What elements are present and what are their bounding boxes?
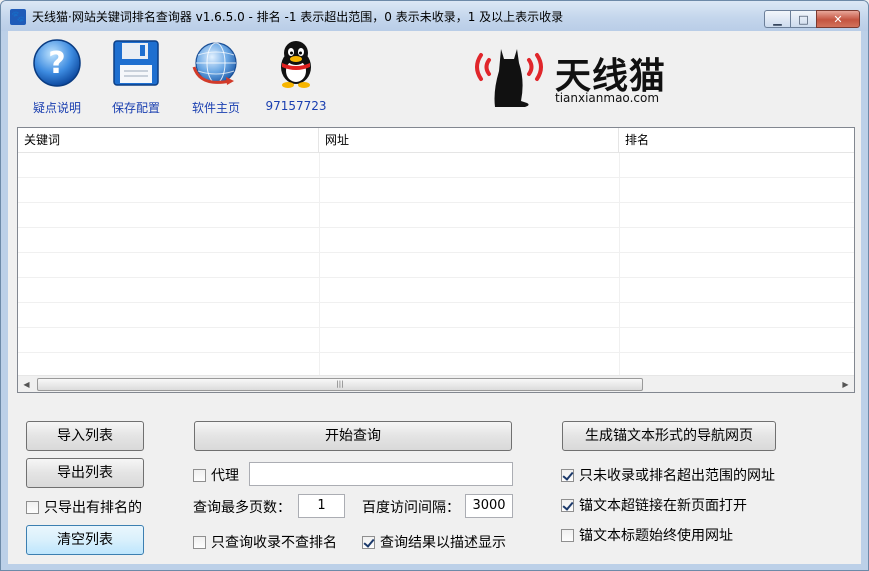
checkbox-box[interactable]: [193, 535, 206, 549]
empty-row: [18, 303, 854, 328]
empty-row: [18, 203, 854, 228]
qq-tool[interactable]: 97157723: [256, 37, 336, 113]
column-rank[interactable]: 排名: [619, 128, 854, 153]
interval-input[interactable]: 3000: [465, 494, 513, 518]
export-list-button[interactable]: 导出列表: [26, 458, 144, 488]
generate-nav-page-button[interactable]: 生成锚文本形式的导航网页: [562, 421, 776, 451]
open-new-page-checkbox[interactable]: 锚文本超链接在新页面打开: [561, 495, 747, 515]
title-use-url-label: 锚文本标题始终使用网址: [579, 528, 733, 544]
show-desc-label: 查询结果以描述显示: [380, 535, 506, 551]
empty-row: [18, 178, 854, 203]
checkbox-box[interactable]: [561, 528, 574, 542]
open-new-page-label: 锚文本超链接在新页面打开: [579, 498, 747, 514]
globe-icon: [192, 42, 237, 85]
title-bar[interactable]: 🐾 天线猫·网站关键词排名查询器 v1.6.5.0 - 排名 -1 表示超出范围…: [1, 1, 868, 31]
client-area: ? 疑点说明 保存配置 软件主页 97157723 天线猫 tianxianma…: [8, 31, 861, 564]
max-pages-input[interactable]: 1: [298, 494, 345, 518]
interval-label: 百度访问间隔：: [362, 500, 460, 516]
checkbox-box[interactable]: [561, 468, 574, 482]
list-body: [18, 153, 854, 375]
only-unindexed-urls-checkbox[interactable]: 只未收录或排名超出范围的网址: [561, 465, 775, 485]
empty-row: [18, 328, 854, 353]
brand-logo: 天线猫 tianxianmao.com: [471, 41, 671, 111]
column-url[interactable]: 网址: [319, 128, 619, 153]
cat-antenna-icon: [475, 49, 543, 107]
checkbox-box[interactable]: [561, 498, 574, 512]
list-header: 关键词 网址 排名: [18, 128, 854, 153]
window-title: 天线猫·网站关键词排名查询器 v1.6.5.0 - 排名 -1 表示超出范围，0…: [32, 10, 564, 24]
empty-row: [18, 153, 854, 178]
checkbox-box[interactable]: [193, 468, 206, 482]
checkbox-box[interactable]: [362, 535, 375, 549]
empty-row: [18, 278, 854, 303]
app-paw-icon: 🐾: [10, 9, 26, 25]
help-tool[interactable]: ? 疑点说明: [17, 37, 97, 116]
save-config-tool-label: 保存配置: [111, 101, 160, 115]
column-keyword[interactable]: 关键词: [18, 128, 319, 153]
title-use-url-checkbox[interactable]: 锚文本标题始终使用网址: [561, 525, 733, 545]
only-indexed-label: 只查询收录不查排名: [211, 535, 337, 551]
help-icon: ?: [33, 39, 81, 87]
scroll-right-icon[interactable]: ▶: [837, 376, 854, 393]
max-pages-label: 查询最多页数：: [193, 500, 291, 516]
scroll-left-icon[interactable]: ◀: [18, 376, 35, 393]
proxy-checkbox[interactable]: 代理: [193, 465, 239, 485]
brand-domain: tianxianmao.com: [555, 91, 660, 105]
scrollbar-thumb[interactable]: |||: [37, 378, 643, 391]
checkbox-box[interactable]: [26, 500, 39, 514]
close-button[interactable]: ✕: [816, 10, 860, 28]
help-tool-label: 疑点说明: [32, 101, 81, 115]
toolbar: ? 疑点说明 保存配置 软件主页 97157723 天线猫 tianxianma…: [8, 31, 861, 119]
only-unindexed-urls-label: 只未收录或排名超出范围的网址: [579, 468, 775, 484]
results-listview[interactable]: 关键词 网址 排名 ◀ ||| ▶: [17, 127, 855, 393]
show-desc-checkbox[interactable]: 查询结果以描述显示: [362, 532, 506, 552]
window-controls: ▁ □ ✕: [764, 10, 860, 28]
qq-number-label: 97157723: [265, 99, 327, 113]
homepage-tool-label: 软件主页: [191, 101, 240, 115]
save-config-tool[interactable]: 保存配置: [96, 37, 176, 116]
app-window: 🐾 天线猫·网站关键词排名查询器 v1.6.5.0 - 排名 -1 表示超出范围…: [0, 0, 869, 571]
export-ranked-only-label: 只导出有排名的: [44, 500, 142, 516]
empty-row: [18, 228, 854, 253]
only-indexed-checkbox[interactable]: 只查询收录不查排名: [193, 532, 337, 552]
floppy-disk-icon: [113, 40, 159, 86]
svg-text:?: ?: [48, 46, 65, 81]
clear-list-button[interactable]: 清空列表: [26, 525, 144, 555]
export-ranked-only-checkbox[interactable]: 只导出有排名的: [26, 497, 142, 517]
start-query-button[interactable]: 开始查询: [194, 421, 512, 451]
empty-row: [18, 253, 854, 278]
import-list-button[interactable]: 导入列表: [26, 421, 144, 451]
qq-penguin-icon: [281, 41, 311, 88]
proxy-label: 代理: [211, 468, 239, 484]
maximize-button[interactable]: □: [790, 10, 816, 28]
minimize-button[interactable]: ▁: [764, 10, 790, 28]
horizontal-scrollbar[interactable]: ◀ ||| ▶: [18, 375, 854, 392]
homepage-tool[interactable]: 软件主页: [176, 37, 256, 116]
proxy-input[interactable]: [249, 462, 513, 486]
